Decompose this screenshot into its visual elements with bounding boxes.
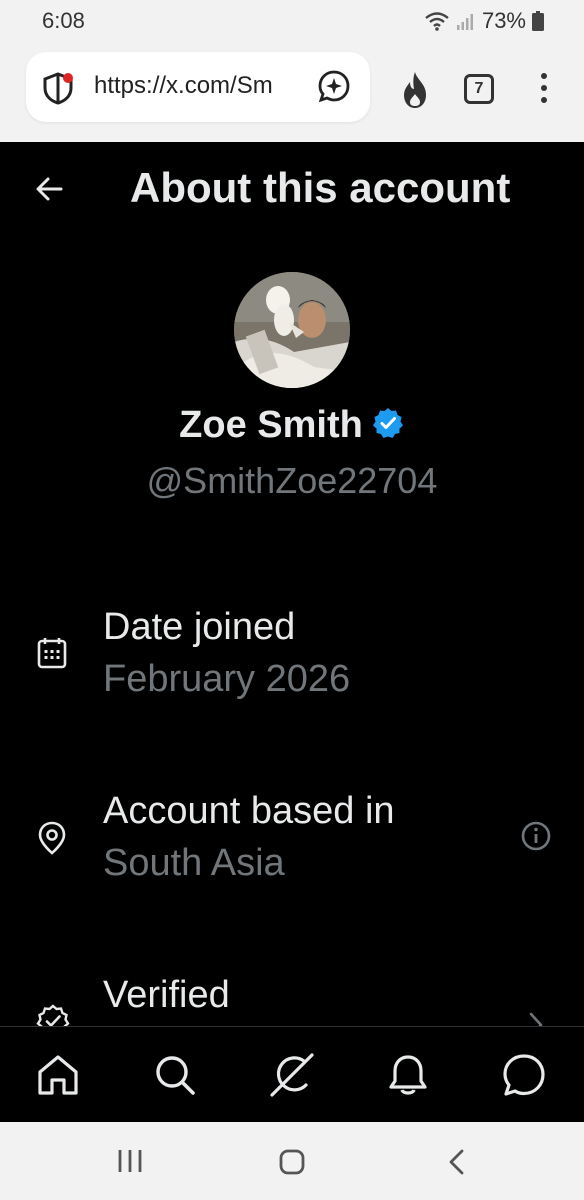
status-indicators: 73% bbox=[424, 8, 544, 34]
system-back-icon[interactable] bbox=[446, 1148, 468, 1181]
grok-icon[interactable] bbox=[268, 1051, 316, 1099]
chevron-right-icon[interactable] bbox=[526, 1010, 546, 1026]
battery-percent: 73% bbox=[481, 8, 526, 33]
bottom-nav bbox=[0, 1026, 584, 1122]
wifi-icon bbox=[424, 11, 450, 31]
account-based-in-value: South Asia bbox=[103, 842, 285, 884]
date-joined-row: Date joined February 2026 bbox=[0, 602, 584, 722]
account-based-in-label: Account based in bbox=[103, 790, 395, 832]
more-menu-icon[interactable] bbox=[536, 70, 552, 111]
date-joined-label: Date joined bbox=[103, 606, 296, 648]
address-bar[interactable]: https://x.com/Sm bbox=[26, 52, 370, 122]
status-bar: 6:08 73% bbox=[0, 0, 584, 40]
page-title: About this account bbox=[130, 164, 511, 211]
account-based-in-row: Account based in South Asia bbox=[0, 786, 584, 906]
display-name: Zoe Smith bbox=[179, 404, 363, 446]
avatar[interactable] bbox=[234, 272, 350, 388]
calendar-icon bbox=[36, 636, 68, 675]
search-icon[interactable] bbox=[151, 1051, 199, 1099]
shield-icon[interactable] bbox=[40, 70, 76, 111]
system-nav-bar bbox=[0, 1122, 584, 1200]
verified-badge-icon[interactable] bbox=[371, 406, 405, 445]
browser-toolbar: https://x.com/Sm 7 bbox=[0, 40, 584, 142]
tab-switcher-button[interactable]: 7 bbox=[464, 74, 494, 104]
url-text[interactable]: https://x.com/Sm bbox=[94, 72, 306, 100]
recents-icon[interactable] bbox=[116, 1148, 144, 1179]
about-account-page: About this account Zoe Smith @SmithZoe22… bbox=[0, 142, 584, 1026]
messages-icon[interactable] bbox=[500, 1051, 548, 1099]
status-time: 6:08 bbox=[42, 8, 85, 33]
system-home-icon[interactable] bbox=[278, 1148, 306, 1181]
battery-icon bbox=[532, 11, 544, 31]
verified-row[interactable]: Verified bbox=[0, 970, 584, 1026]
date-joined-value: February 2026 bbox=[103, 658, 351, 700]
back-arrow-icon[interactable] bbox=[34, 174, 64, 209]
verified-outline-icon bbox=[36, 1004, 70, 1026]
handle: @SmithZoe22704 bbox=[146, 460, 438, 501]
assistant-sparkle-icon[interactable] bbox=[316, 68, 352, 109]
verified-label: Verified bbox=[103, 974, 230, 1016]
info-icon[interactable] bbox=[520, 820, 552, 857]
name-row: Zoe Smith bbox=[0, 404, 584, 447]
fire-icon[interactable] bbox=[396, 70, 434, 115]
notifications-icon[interactable] bbox=[384, 1051, 432, 1099]
home-icon[interactable] bbox=[34, 1051, 82, 1099]
location-pin-icon bbox=[36, 820, 68, 861]
signal-icon bbox=[456, 11, 476, 31]
